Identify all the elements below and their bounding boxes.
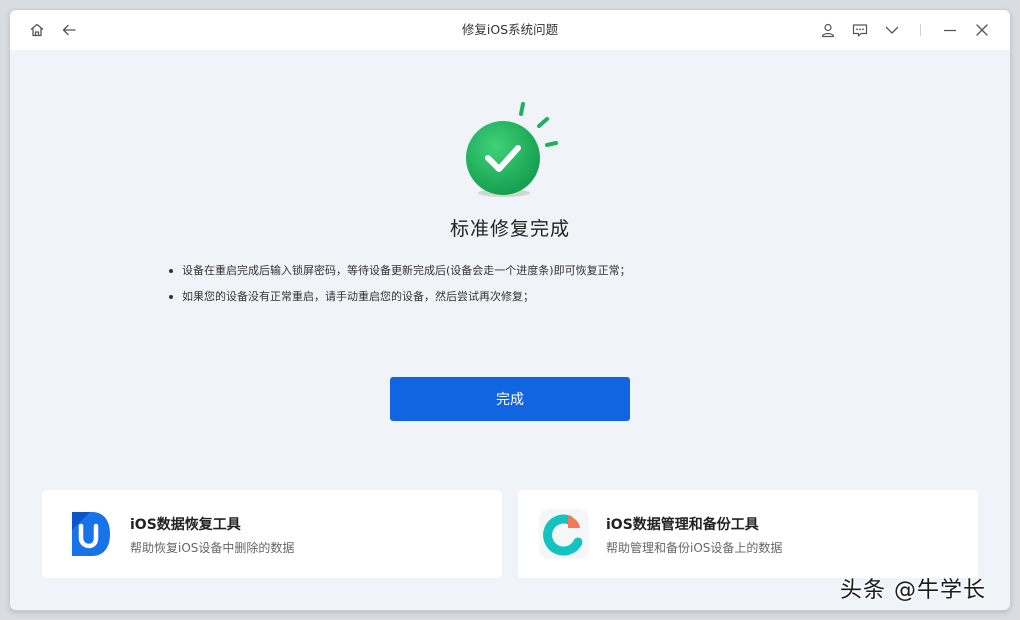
icarefone-logo-icon (538, 508, 590, 560)
success-check-icon (455, 98, 575, 208)
watermark: 头条 @牛学长 (840, 578, 986, 603)
product-title: iOS数据管理和备份工具 (606, 517, 759, 533)
list-item: 如果您的设备没有正常重启，请手动重启您的设备，然后尝试再次修复； (168, 284, 848, 310)
product-subtitle: 帮助恢复iOS设备中删除的数据 (130, 541, 295, 555)
list-item: 设备在重启完成后输入锁屏密码，等待设备更新完成后(设备会走一个进度条)即可恢复正… (168, 258, 848, 284)
product-subtitle: 帮助管理和备份iOS设备上的数据 (606, 541, 783, 555)
minimize-icon[interactable] (941, 21, 959, 39)
result-heading: 标准修复完成 (449, 218, 570, 240)
chat-icon[interactable] (851, 21, 869, 39)
title-bar-divider (920, 24, 921, 36)
chevron-down-icon[interactable] (883, 21, 901, 39)
close-icon[interactable] (973, 21, 991, 39)
user-icon[interactable] (819, 21, 837, 39)
title-bar: 修复iOS系统问题 (10, 10, 1010, 50)
done-button[interactable]: 完成 (390, 377, 630, 421)
app-window: 修复iOS系统问题 标准修复完成 设备在重启完成后输入锁屏密码，等待设备更新完成… (10, 10, 1010, 610)
product-title: iOS数据恢复工具 (130, 517, 241, 533)
ultdata-logo-icon (62, 508, 114, 560)
product-card-data-manager[interactable]: iOS数据管理和备份工具 帮助管理和备份iOS设备上的数据 (518, 490, 978, 578)
instructions-list: 设备在重启完成后输入锁屏密码，等待设备更新完成后(设备会走一个进度条)即可恢复正… (168, 258, 848, 310)
product-card-data-recovery[interactable]: iOS数据恢复工具 帮助恢复iOS设备中删除的数据 (42, 490, 502, 578)
